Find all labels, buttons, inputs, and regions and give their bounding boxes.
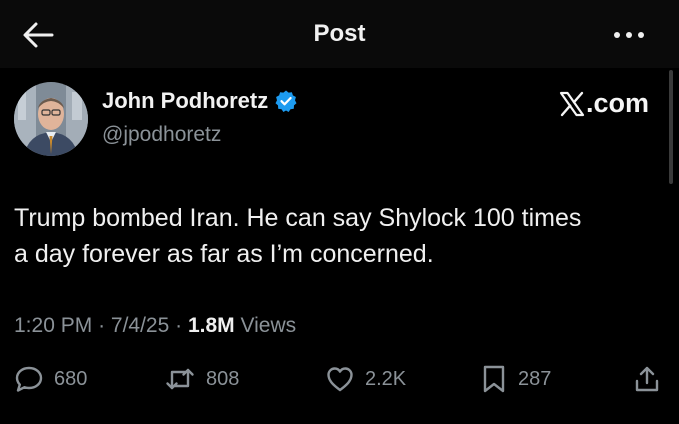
bookmark-button[interactable]: 287 — [480, 364, 551, 394]
bookmark-icon — [483, 365, 505, 393]
avatar-photo — [14, 82, 88, 156]
views-count: 1.8M — [187, 314, 235, 337]
repost-button[interactable]: 808 — [164, 364, 239, 394]
like-count: 2.2K — [365, 367, 407, 390]
verified-badge-icon — [275, 90, 297, 112]
page-title: Post — [313, 20, 366, 47]
tweet-text: Trump bombed Iran. He can say Shylock 10… — [14, 200, 674, 272]
tweet-text-line-2: a day forever as far as I’m concerned. — [14, 240, 434, 268]
author-display-name[interactable]: John Podhoretz — [102, 88, 268, 114]
author-name-row: John Podhoretz — [102, 88, 298, 114]
tweet-date[interactable]: 7/4/25 — [111, 314, 169, 337]
scrollbar[interactable] — [669, 70, 673, 184]
reply-icon — [15, 366, 43, 392]
meta-separator: · — [98, 314, 106, 337]
site-label: .com — [585, 88, 649, 118]
heart-icon — [327, 367, 353, 392]
top-bar: Post — [0, 0, 679, 68]
share-button[interactable] — [632, 364, 662, 394]
repost-icon — [166, 368, 194, 390]
reply-button[interactable]: 680 — [14, 364, 87, 394]
author-handle[interactable]: @jpodhoretz — [102, 123, 221, 147]
more-horizontal-icon — [614, 32, 644, 38]
more-options-button[interactable] — [611, 22, 647, 48]
like-button[interactable]: 2.2K — [325, 364, 406, 394]
x-com-watermark: .com — [559, 88, 649, 119]
views-label: Views — [240, 314, 297, 337]
share-icon — [635, 366, 659, 392]
action-bar: 680 808 2.2K 287 — [0, 364, 679, 404]
reply-count: 680 — [54, 367, 88, 390]
tweet-text-line-1: Trump bombed Iran. He can say Shylock 10… — [14, 204, 582, 232]
x-logo-icon — [559, 91, 585, 116]
meta-separator: · — [175, 314, 183, 337]
tweet-meta: 1:20 PM · 7/4/25 · 1.8M Views — [14, 314, 296, 338]
avatar[interactable] — [14, 82, 88, 156]
bookmark-count: 287 — [518, 367, 552, 390]
repost-count: 808 — [206, 367, 240, 390]
tweet-time[interactable]: 1:20 PM — [14, 314, 92, 337]
